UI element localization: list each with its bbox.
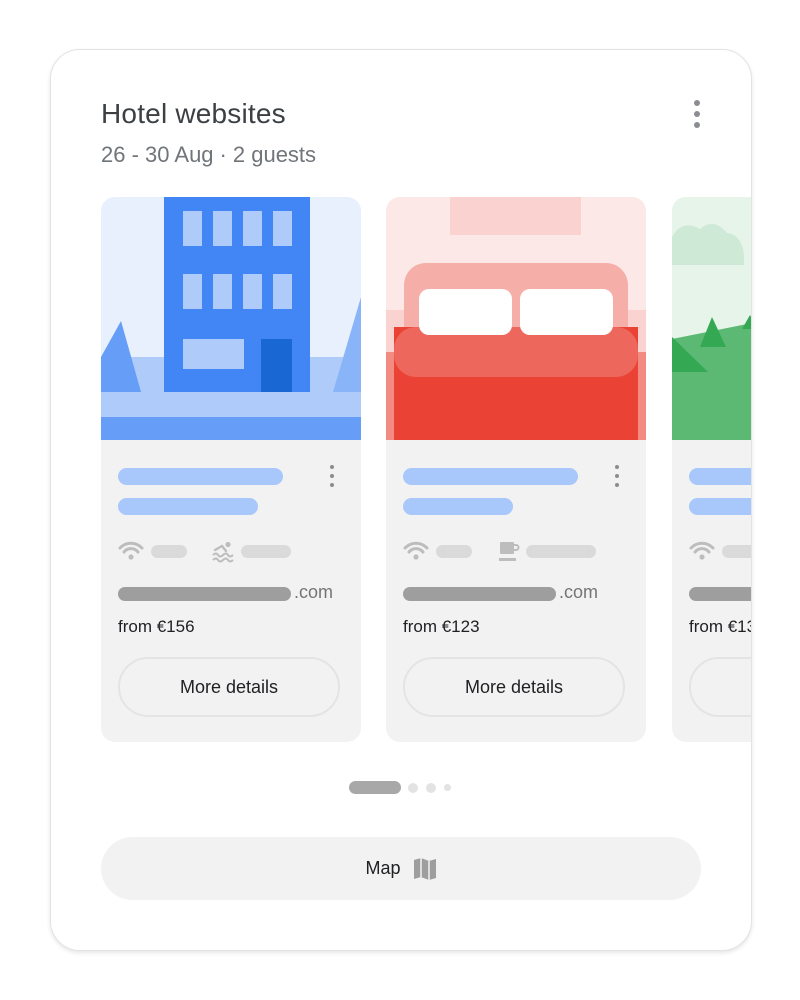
wifi-icon [403,541,429,560]
hotel-price: from €156 [118,617,195,636]
hotel-card[interactable]: from €13 [672,197,751,742]
hotel-name-placeholder [689,498,751,515]
page-indicator[interactable] [408,783,418,793]
card-more-icon[interactable] [612,465,622,487]
coffee-icon [499,542,520,561]
hotel-url-placeholder [689,587,751,601]
more-details-button[interactable]: More details [118,657,340,717]
guest-count: 2 guests [232,142,317,167]
widget-title: Hotel websites [101,98,286,129]
amenity-placeholder [722,545,751,558]
widget-subtitle: 26 - 30 Aug · 2 guests [101,142,316,168]
card-more-icon[interactable] [327,465,337,487]
more-options-icon[interactable] [687,100,707,128]
hotel-name-placeholder [403,498,513,515]
hotel-price: from €13 [689,617,751,636]
hotel-name-placeholder [689,468,751,485]
hotel-url-placeholder [118,587,291,601]
amenity-placeholder [436,545,472,558]
amenity-placeholder [526,545,596,558]
hotel-name-placeholder [118,468,283,485]
map-icon [413,857,436,880]
wifi-icon [118,541,144,560]
hotel-card[interactable]: .com from €156 More details [101,197,361,742]
amenity-placeholder [151,545,187,558]
hotel-url-tld: .com [294,582,334,602]
stay-dates: 26 - 30 Aug [101,142,214,167]
hotel-url-tld: .com [559,582,599,602]
hotel-name-placeholder [118,498,258,515]
hotel-card[interactable]: .com from €123 More details [386,197,646,742]
hotel-nature-image [672,197,751,440]
hotel-url-placeholder [403,587,556,601]
hotel-websites-widget: Hotel websites 26 - 30 Aug · 2 guests .c… [50,49,752,951]
subtitle-separator: · [219,142,227,167]
hotel-price: from €123 [403,617,480,636]
page-indicator[interactable] [444,784,451,791]
pool-icon [212,541,234,563]
hotel-name-placeholder [403,468,578,485]
more-details-button[interactable]: More details [403,657,625,717]
hotel-carousel[interactable]: .com from €156 More details .com from €1… [101,197,751,743]
more-details-button[interactable] [689,657,751,717]
wifi-icon [689,541,715,560]
page-indicator-active[interactable] [349,781,401,794]
hotel-bed-image [386,197,646,440]
page-indicator[interactable] [426,783,436,793]
map-button[interactable]: Map [101,837,701,900]
hotel-building-image [101,197,361,440]
amenity-placeholder [241,545,291,558]
map-button-label: Map [365,858,401,878]
